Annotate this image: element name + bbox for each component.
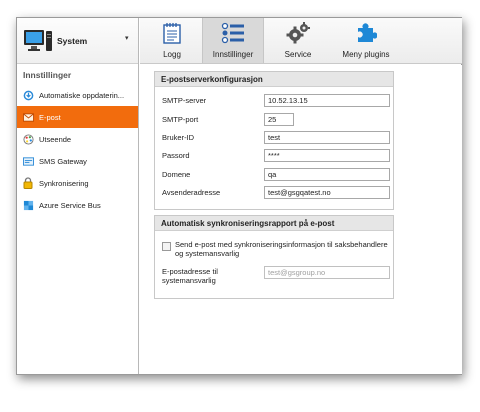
sender-address-input[interactable]: [264, 186, 390, 199]
azure-icon: [22, 199, 34, 211]
sidebar-item-synchronization[interactable]: Synkronisering: [17, 172, 138, 194]
system-selector[interactable]: System ▾: [17, 18, 138, 64]
chevron-down-icon[interactable]: ▾: [125, 34, 129, 42]
settings-list-icon: [221, 22, 245, 46]
group-title: E-postserverkonfigurasjon: [155, 72, 393, 87]
field-label: Avsenderadresse: [162, 188, 221, 197]
field-label: SMTP-server: [162, 96, 207, 105]
admin-email-row: E-postadresse til systemansvarlig: [162, 266, 390, 288]
smtp-server-input[interactable]: [264, 94, 390, 107]
system-label: System: [57, 36, 88, 46]
tab-meny-plugins[interactable]: Meny plugins: [332, 18, 400, 63]
update-icon: [22, 89, 34, 101]
computer-icon: [23, 29, 53, 55]
smtp-server-row: SMTP-server: [162, 94, 390, 108]
notepad-icon: [163, 22, 181, 46]
sidebar-item-azure-service-bus[interactable]: Azure Service Bus: [17, 194, 138, 216]
palette-icon: [22, 133, 34, 145]
smtp-config-group: E-postserverkonfigurasjon SMTP-server SM…: [154, 71, 394, 210]
smtp-port-row: SMTP-port: [162, 113, 390, 127]
password-row: Passord: [162, 149, 390, 163]
sidebar-item-email[interactable]: E-post: [17, 106, 138, 128]
sidebar-item-label: Synkronisering: [39, 178, 89, 188]
ribbon-toolbar: Logg Innstillinger Service Meny plugins: [140, 18, 462, 64]
sidebar-title: Innstillinger: [23, 70, 72, 80]
sidebar-item-automatic-updates[interactable]: Automatiske oppdaterin...: [17, 84, 138, 106]
sidebar-item-label: Utseende: [39, 134, 72, 144]
tab-logg[interactable]: Logg: [146, 18, 198, 63]
tab-label: Logg: [163, 50, 181, 59]
user-id-row: Bruker-ID: [162, 131, 390, 145]
sms-icon: [22, 155, 34, 167]
tab-label: Innstillinger: [212, 50, 254, 59]
left-panel: System ▾ Innstillinger Automatiske oppda…: [17, 18, 139, 374]
tab-innstillinger[interactable]: Innstillinger: [202, 18, 264, 63]
sidebar-item-label: Azure Service Bus: [39, 200, 101, 210]
sidebar-item-label: SMS Gateway: [39, 156, 87, 166]
domain-input[interactable]: [264, 168, 390, 181]
sync-report-group: Automatisk synkroniseringsrapport på e-p…: [154, 215, 394, 299]
field-label: Bruker-ID: [162, 133, 195, 142]
field-label: SMTP-port: [162, 115, 199, 124]
tab-label: Service: [284, 50, 312, 59]
app-window: System ▾ Innstillinger Automatiske oppda…: [16, 17, 462, 375]
admin-email-input[interactable]: [264, 266, 390, 279]
sidebar-item-label: E-post: [39, 112, 61, 122]
group-title: Automatisk synkroniseringsrapport på e-p…: [155, 216, 393, 231]
sender-address-row: Avsenderadresse: [162, 186, 390, 200]
domain-row: Domene: [162, 168, 390, 182]
tab-label: Meny plugins: [342, 50, 390, 59]
smtp-port-input[interactable]: [264, 113, 294, 126]
checkbox-label: Send e-post med synkroniseringsinformasj…: [175, 240, 388, 258]
password-input[interactable]: [264, 149, 390, 162]
field-label: Domene: [162, 170, 191, 179]
sidebar-item-label: Automatiske oppdaterin...: [39, 90, 125, 100]
puzzle-icon: [355, 22, 378, 46]
sidebar-nav: Automatiske oppdaterin... E-post Utseend…: [17, 84, 138, 216]
user-id-input[interactable]: [264, 131, 390, 144]
tab-service[interactable]: Service: [270, 18, 326, 63]
sidebar-item-appearance[interactable]: Utseende: [17, 128, 138, 150]
field-label: Passord: [162, 151, 190, 160]
sidebar-item-sms-gateway[interactable]: SMS Gateway: [17, 150, 138, 172]
lock-icon: [22, 177, 34, 189]
send-email-checkbox[interactable]: [162, 242, 171, 251]
email-icon: [22, 111, 34, 123]
settings-content: E-postserverkonfigurasjon SMTP-server SM…: [140, 65, 462, 374]
gears-icon: [286, 22, 310, 46]
field-label: E-postadresse til systemansvarlig: [162, 267, 218, 285]
